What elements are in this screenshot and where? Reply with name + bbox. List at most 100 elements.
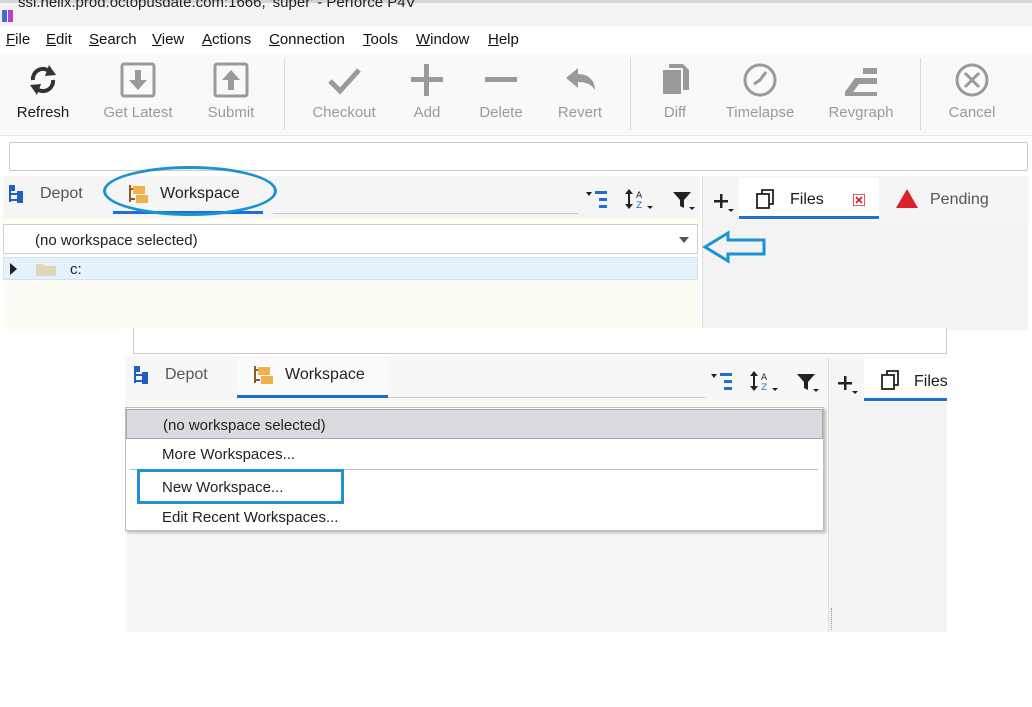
menu-item-label: (no workspace selected) [163,417,326,434]
workspace-dropdown-value: (no workspace selected) [35,232,198,249]
add-tab-icon[interactable] [838,374,860,396]
files-icon [756,189,774,209]
menu-help[interactable]: Help [488,31,519,48]
toolbar-separator [284,58,285,130]
menu-window[interactable]: Window [416,31,469,48]
sort-icon[interactable]: A Z [624,188,654,212]
timelapse-label: Timelapse [725,104,795,121]
minus-icon [485,77,517,82]
plus-icon [411,64,443,96]
files-icon [881,370,899,390]
active-tab-indicator [739,216,879,219]
cancel-label: Cancel [948,104,996,121]
active-tab-indicator [237,395,388,398]
inset-address-bar[interactable] [133,328,947,354]
close-tab-icon[interactable] [853,194,865,206]
menu-item-more-workspaces[interactable]: More Workspaces... [126,439,823,469]
annotation-ellipse [103,166,277,216]
tab-pending[interactable]: Pending [889,178,1014,220]
revert-label: Revert [557,104,603,121]
annotation-rectangle [137,469,344,504]
pending-warning-icon [896,189,918,208]
title-bar: ssl.helix.prod.octopusdate.com:1666, 'su… [0,0,1032,26]
splitter-grip[interactable] [831,608,832,630]
diff-label: Diff [663,104,687,121]
tab-workspace[interactable]: Workspace [237,358,388,398]
submit-icon [213,62,249,98]
get-latest-label: Get Latest [103,104,173,121]
revgraph-icon [845,68,877,96]
menu-view[interactable]: View [152,31,184,48]
get-latest-icon [120,62,156,98]
tree-expand-icon[interactable] [710,372,734,392]
tab-baseline [273,213,578,214]
tab-depot-label: Depot [165,366,208,383]
clock-icon [743,63,777,97]
zoomed-inset: Depot Workspace A Z Files (no workspace … [125,328,947,632]
expand-arrow-icon[interactable] [10,263,17,275]
revert-arrow-icon [566,68,595,90]
cancel-button[interactable]: Cancel [927,58,1017,132]
get-latest-button[interactable]: Get Latest [93,58,183,132]
add-tab-icon[interactable] [714,192,736,214]
tab-files-label: Files [914,373,947,390]
delete-label: Delete [479,104,523,121]
inset-left-tab-strip: Depot Workspace A Z [125,358,825,402]
chevron-down-icon [679,237,689,243]
menu-item-no-workspace[interactable]: (no workspace selected) [126,409,823,439]
delete-button[interactable]: Delete [456,58,546,132]
tab-files-label: Files [790,191,824,208]
svg-text:Z: Z [636,201,642,211]
menu-file[interactable]: File [6,31,30,48]
tab-depot[interactable]: Depot [8,184,83,212]
menu-connection[interactable]: Connection [269,31,345,48]
tab-depot-label: Depot [40,185,83,202]
diff-button[interactable]: Diff [630,58,720,132]
refresh-label: Refresh [16,104,70,121]
toolbar-separator [920,58,921,130]
p4v-app-icon [2,10,13,22]
filter-icon[interactable] [796,372,820,394]
workspace-dropdown[interactable]: (no workspace selected) [3,224,698,254]
tab-depot[interactable]: Depot [133,365,208,393]
refresh-icon [30,65,56,95]
diff-icon [663,64,689,94]
revgraph-label: Revgraph [828,104,894,121]
depot-tree-icon [9,185,23,203]
tab-workspace-label: Workspace [285,366,365,383]
sort-icon[interactable]: A Z [749,370,779,394]
cancel-icon [955,63,989,97]
folder-icon [36,264,56,276]
svg-text:A: A [636,191,643,201]
refresh-button[interactable]: Refresh [0,58,88,132]
menu-bar: File Edit Search View Actions Connection… [0,26,1032,54]
tree-root-label: c: [70,261,82,278]
toolbar: Refresh Get Latest Submit Checkout Add D… [0,54,1032,136]
menu-item-label: Edit Recent Workspaces... [162,509,339,526]
checkout-button[interactable]: Checkout [299,58,389,132]
workspace-folder-icon [254,366,273,384]
svg-text:A: A [761,373,768,383]
tab-pending-label: Pending [930,191,989,208]
inset-right-tab-strip: Files [829,358,947,402]
right-tab-strip: Files Pending [703,176,1029,222]
menu-search[interactable]: Search [89,31,137,48]
window-title: ssl.helix.prod.octopusdate.com:1666, 'su… [18,0,416,11]
tab-files[interactable]: Files [864,358,947,402]
menu-actions[interactable]: Actions [202,31,251,48]
filter-icon[interactable] [672,190,696,212]
menu-item-label: More Workspaces... [162,446,296,463]
revert-button[interactable]: Revert [535,58,625,132]
menu-item-edit-recent-workspaces[interactable]: Edit Recent Workspaces... [126,502,823,532]
tree-row[interactable]: c: [3,257,698,280]
menu-tools[interactable]: Tools [363,31,398,48]
tab-files[interactable]: Files [739,178,879,220]
depot-tree-icon [134,366,148,384]
timelapse-button[interactable]: Timelapse [715,58,805,132]
revgraph-button[interactable]: Revgraph [816,58,906,132]
checkout-label: Checkout [312,104,376,121]
active-tab-indicator [864,398,947,401]
tree-expand-icon[interactable] [585,190,609,210]
submit-button[interactable]: Submit [186,58,276,132]
menu-edit[interactable]: Edit [46,31,72,48]
